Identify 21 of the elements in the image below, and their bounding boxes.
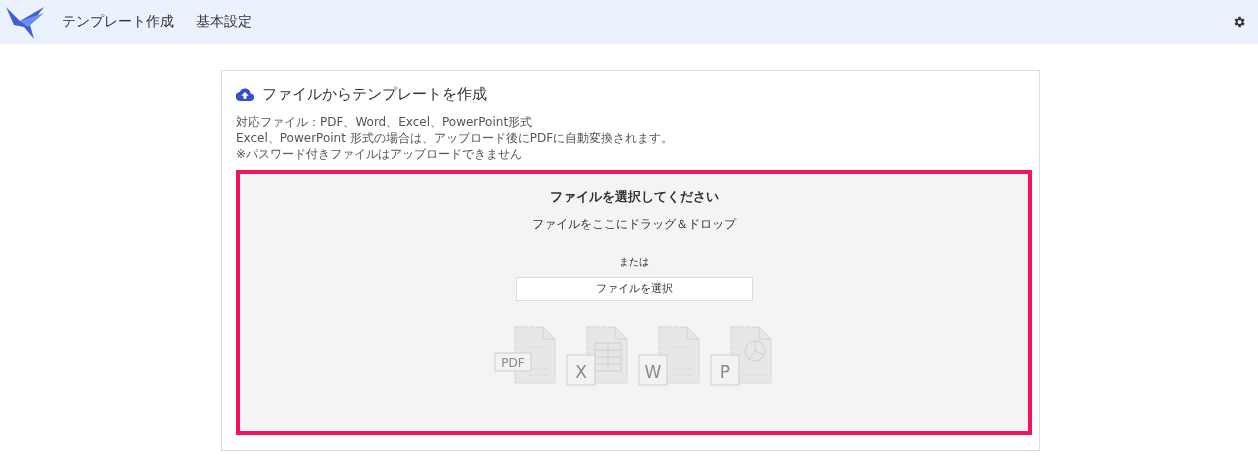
file-drop-zone[interactable]: ファイルを選択してください ファイルをここにドラッグ＆ドロップ または ファイルを選択 PDF X W P [236,170,1032,435]
file-type-label: P [719,362,731,382]
note-text: Excel、PowerPoint 形式の場合は、アップロード後にPDFに自動変換されます。 [236,130,675,146]
excel-file-icon [566,326,628,386]
note-text: ※パスワード付きファイルはアップロードできません [236,146,524,162]
file-type-label: PDF [501,356,525,370]
note-text: 対応ファイル：PDF、Word、Excel、PowerPoint形式 [236,114,534,130]
drop-zone-heading: ファイルを選択してください [549,188,719,206]
file-type-label: W [644,362,662,382]
or-label: または [619,255,649,269]
select-file-button[interactable]: ファイルを選択 [515,277,753,301]
powerpoint-file-icon [710,326,772,386]
pdf-file-icon [494,326,556,384]
settings-icon[interactable] [1232,15,1246,29]
drag-drop-hint: ファイルをここにドラッグ＆ドロップ [532,216,736,233]
file-type-label: X [575,362,587,382]
word-file-icon [638,326,700,386]
nav-link[interactable]: 基本設定 [196,13,252,31]
cloud-upload-icon [236,87,254,102]
card-title: ファイルからテンプレートを作成 [262,85,487,104]
nav-link[interactable]: テンプレート作成 [62,13,174,31]
